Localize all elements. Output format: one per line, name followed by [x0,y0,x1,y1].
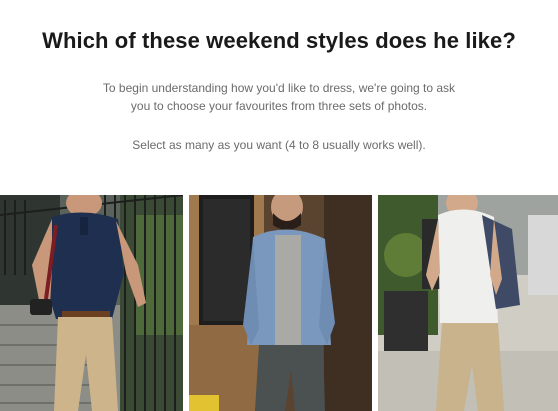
style-photo-grid [0,195,558,411]
intro-text-line-1: To begin understanding how you'd like to… [102,81,456,95]
style-photo-2[interactable] [189,195,372,411]
intro-text-line-2: you to choose your favourites from three… [130,99,428,113]
photo-denim-shirt-jeans [189,195,372,411]
selection-instruction: Select as many as you want (4 to 8 usual… [132,138,426,152]
style-photo-3[interactable] [378,195,558,411]
style-photo-1[interactable] [0,195,183,411]
photo-white-tee-backpack [378,195,558,411]
photo-navy-polo-khakis [0,195,183,411]
page-title: Which of these weekend styles does he li… [42,28,516,53]
